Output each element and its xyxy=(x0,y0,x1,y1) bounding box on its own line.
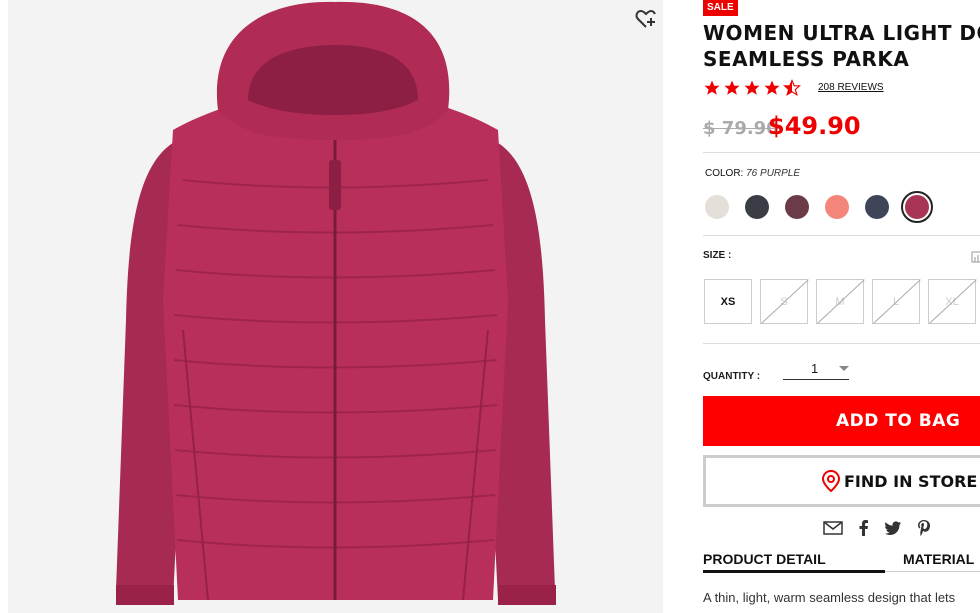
size-label: SIZE : xyxy=(703,250,732,261)
star-icon xyxy=(764,80,780,95)
star-icon xyxy=(724,80,740,95)
product-title-line2: SEAMLESS PARKA xyxy=(703,47,910,71)
product-image-panel[interactable] xyxy=(8,0,663,613)
product-tabs: PRODUCT DETAIL MATERIAL xyxy=(703,551,980,573)
color-swatch[interactable] xyxy=(705,195,729,219)
color-label-text: COLOR: xyxy=(705,168,744,179)
email-icon[interactable] xyxy=(823,521,843,535)
location-pin-icon xyxy=(822,470,840,492)
quantity-select[interactable]: 1 xyxy=(783,358,849,380)
product-image-jacket xyxy=(116,1,556,605)
sale-badge: SALE xyxy=(703,0,738,16)
add-to-bag-button[interactable]: ADD TO BAG xyxy=(703,396,980,446)
rating-stars[interactable] xyxy=(703,78,803,98)
divider xyxy=(703,235,980,236)
color-swatches xyxy=(705,191,945,223)
add-to-wishlist-icon[interactable] xyxy=(635,8,657,30)
color-swatch[interactable] xyxy=(825,195,849,219)
size-option-s[interactable]: S xyxy=(760,279,808,324)
divider xyxy=(703,343,980,344)
sale-price: $49.90 xyxy=(768,112,861,140)
pinterest-icon[interactable] xyxy=(917,520,931,536)
color-swatch[interactable] xyxy=(785,195,809,219)
product-description: A thin, light, warm seamless design that… xyxy=(703,590,956,605)
color-swatch[interactable] xyxy=(745,195,769,219)
quantity-value: 1 xyxy=(811,361,819,376)
color-swatch[interactable] xyxy=(865,195,889,219)
twitter-icon[interactable] xyxy=(885,521,901,535)
star-icon xyxy=(744,80,760,95)
quantity-label: QUANTITY : xyxy=(703,371,761,382)
color-swatch-selected[interactable] xyxy=(901,191,933,223)
selected-color-name: 76 PURPLE xyxy=(746,168,801,179)
tab-divider-line xyxy=(885,571,980,572)
find-in-store-button[interactable]: FIND IN STORE xyxy=(703,455,980,507)
divider xyxy=(703,152,980,153)
product-title-line1: WOMEN ULTRA LIGHT DOWN xyxy=(703,21,980,45)
facebook-icon[interactable] xyxy=(859,520,869,536)
size-option-l[interactable]: L xyxy=(872,279,920,324)
color-label: COLOR: 76 PURPLE xyxy=(705,168,800,179)
product-title: WOMEN ULTRA LIGHT DOWN SEAMLESS PARKA xyxy=(703,20,980,72)
active-tab-indicator xyxy=(703,570,885,573)
find-in-store-label: FIND IN STORE xyxy=(844,471,978,491)
half-star-icon xyxy=(783,79,801,96)
size-option-xl[interactable]: XL xyxy=(928,279,976,324)
chevron-down-icon xyxy=(839,366,849,371)
star-icon xyxy=(704,80,720,95)
share-icons xyxy=(823,520,947,536)
size-option-xs[interactable]: XS xyxy=(704,279,752,324)
tab-product-detail[interactable]: PRODUCT DETAIL xyxy=(703,551,826,567)
reviews-link[interactable]: 208 REVIEWS xyxy=(818,82,884,93)
size-option-m[interactable]: M xyxy=(816,279,864,324)
product-info: SALE WOMEN ULTRA LIGHT DOWN SEAMLESS PAR… xyxy=(703,0,980,613)
size-chart-icon[interactable] xyxy=(971,250,980,263)
size-options: XS S M L XL xyxy=(704,279,980,324)
tab-material[interactable]: MATERIAL xyxy=(903,551,974,567)
